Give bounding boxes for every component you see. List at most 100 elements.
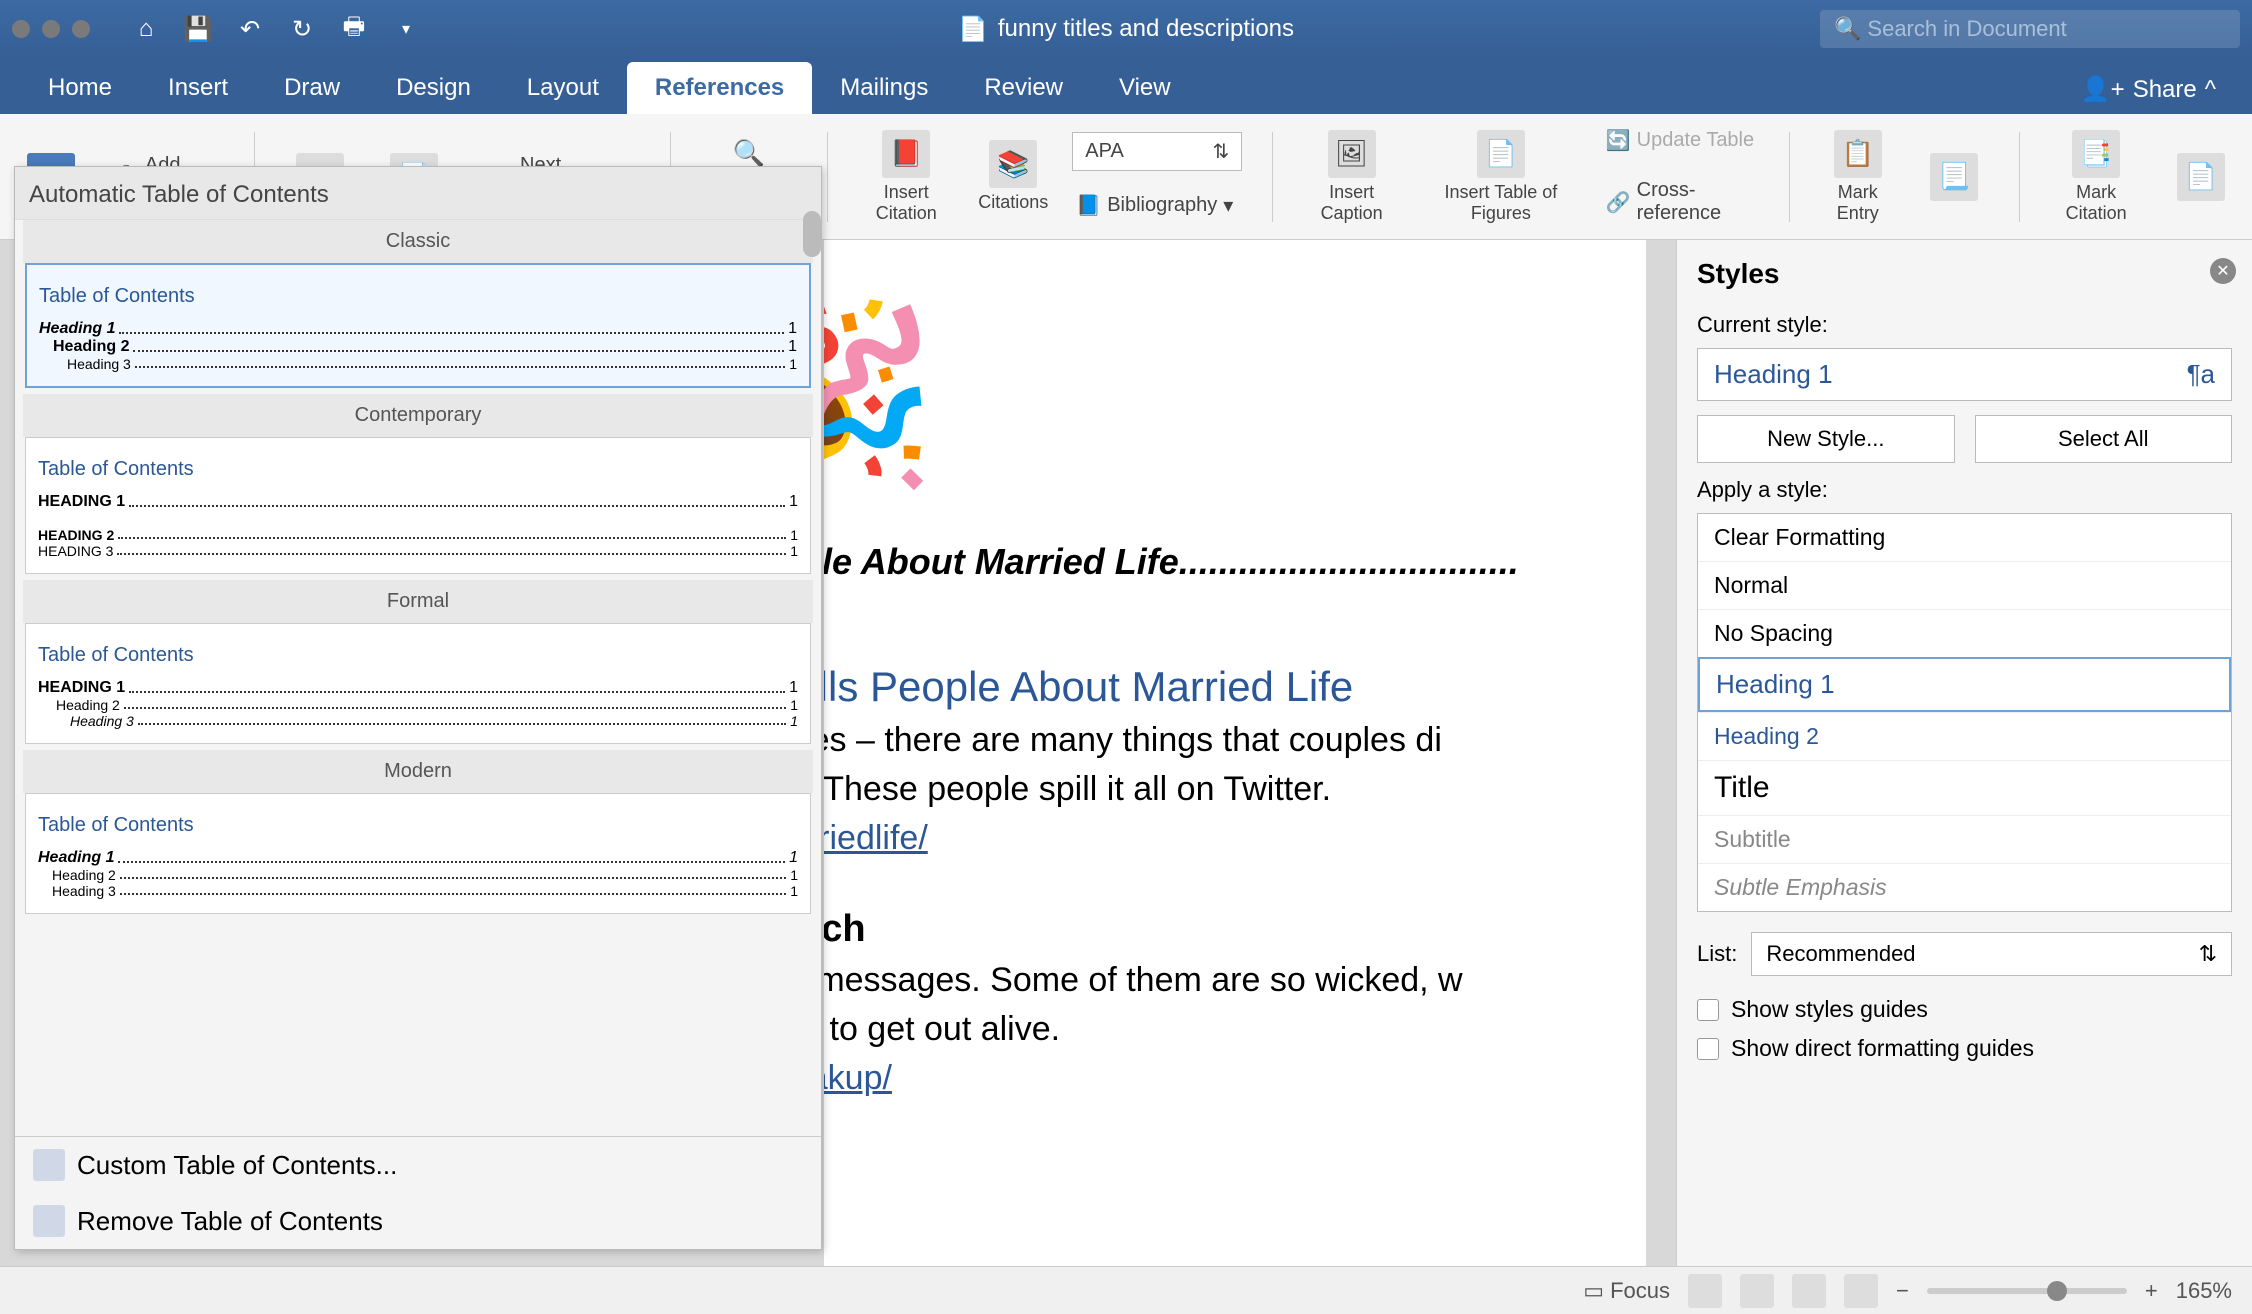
- toc-footer: Custom Table of Contents... Remove Table…: [15, 1136, 821, 1249]
- custom-toc-icon: [33, 1149, 65, 1181]
- insert-tof-button[interactable]: 📄Insert Table of Figures: [1424, 130, 1578, 224]
- citations-icon: 📚: [989, 140, 1037, 188]
- insert-caption-button[interactable]: 🖼Insert Caption: [1303, 130, 1400, 224]
- styles-pane: Styles ✕ Current style: Heading 1¶a New …: [1676, 240, 2252, 1266]
- doc-text: breakup messages. Some of them are so wi…: [824, 961, 1646, 1000]
- style-no-spacing[interactable]: No Spacing: [1698, 609, 2231, 657]
- search-input[interactable]: 🔍 Search in Document: [1820, 10, 2240, 48]
- bibliography-button[interactable]: 📘Bibliography ▾: [1072, 189, 1242, 222]
- checkbox-icon: [1697, 1038, 1719, 1060]
- doc-link[interactable]: 1/24/marriedlife/: [824, 819, 1646, 858]
- tab-draw[interactable]: Draw: [256, 62, 368, 114]
- zoom-thumb[interactable]: [2047, 1281, 2067, 1301]
- scrollbar-thumb[interactable]: [803, 211, 821, 257]
- share-button[interactable]: 👤+ Share ^: [2065, 65, 2232, 114]
- styles-title: Styles: [1697, 258, 2232, 290]
- home-icon[interactable]: ⌂: [128, 11, 164, 47]
- style-subtitle[interactable]: Subtitle: [1698, 815, 2231, 863]
- insert-citation-button[interactable]: 📕Insert Citation: [858, 130, 954, 224]
- party-emoji: 🎉: [824, 290, 1646, 501]
- mark-citation-icon: 📑: [2072, 130, 2120, 178]
- view-draft-icon[interactable]: [1844, 1274, 1878, 1308]
- zoom-slider[interactable]: [1927, 1288, 2127, 1294]
- print-icon[interactable]: 🖶: [336, 11, 372, 47]
- toc-template-formal[interactable]: Table of Contents HEADING 11 Heading 21 …: [25, 623, 811, 744]
- show-styles-guides-checkbox[interactable]: Show styles guides: [1697, 996, 2232, 1023]
- tab-insert[interactable]: Insert: [140, 62, 256, 114]
- show-direct-formatting-checkbox[interactable]: Show direct formatting guides: [1697, 1035, 2232, 1062]
- update-table-button[interactable]: 🔄Update Table: [1602, 124, 1760, 157]
- update-icon: 🔄: [1606, 128, 1631, 153]
- custom-toc-button[interactable]: Custom Table of Contents...: [15, 1137, 821, 1193]
- citation-style-select[interactable]: APA⇅: [1072, 132, 1242, 171]
- paragraph-mark-icon: ¶a: [2187, 359, 2215, 390]
- tab-home[interactable]: Home: [20, 62, 140, 114]
- toc-scroll-area[interactable]: Classic Table of Contents Heading 11 Hea…: [15, 220, 821, 1136]
- toc-title: Table of Contents: [38, 814, 798, 837]
- doc-link[interactable]: 6/23/breakup/: [824, 1059, 1646, 1098]
- remove-toc-button[interactable]: Remove Table of Contents: [15, 1193, 821, 1249]
- save-icon[interactable]: 💾: [180, 11, 216, 47]
- citations-button[interactable]: 📚Citations: [978, 140, 1048, 213]
- toc-section-formal: Formal: [23, 580, 813, 623]
- mark-entry-button[interactable]: 📋Mark Entry: [1820, 130, 1895, 224]
- mark-citation-button[interactable]: 📑Mark Citation: [2050, 130, 2142, 224]
- new-style-button[interactable]: New Style...: [1697, 415, 1955, 463]
- checkbox-icon: [1697, 999, 1719, 1021]
- focus-mode-icon[interactable]: ▭ Focus: [1583, 1274, 1670, 1308]
- close-icon[interactable]: [12, 20, 30, 38]
- style-subtle-emphasis[interactable]: Subtle Emphasis: [1698, 863, 2231, 911]
- zoom-in-button[interactable]: +: [2145, 1278, 2158, 1304]
- style-heading-2[interactable]: Heading 2: [1698, 712, 2231, 760]
- view-outline-icon[interactable]: [1792, 1274, 1826, 1308]
- styles-list: Clear Formatting Normal No Spacing Headi…: [1697, 513, 2232, 912]
- doc-heading-2: t So Much: [824, 908, 1646, 951]
- close-styles-icon[interactable]: ✕: [2210, 258, 2236, 284]
- mark-entry-icon: 📋: [1834, 130, 1882, 178]
- tab-design[interactable]: Design: [368, 62, 499, 114]
- chevron-updown-icon: ⇅: [2199, 941, 2217, 967]
- tab-references[interactable]: References: [627, 62, 812, 114]
- tab-view[interactable]: View: [1091, 62, 1199, 114]
- tab-mailings[interactable]: Mailings: [812, 62, 956, 114]
- insert-index-button[interactable]: 📃: [1919, 153, 1989, 201]
- select-all-button[interactable]: Select All: [1975, 415, 2233, 463]
- toc-template-classic[interactable]: Table of Contents Heading 11 Heading 21 …: [25, 263, 811, 388]
- style-clear-formatting[interactable]: Clear Formatting: [1698, 514, 2231, 561]
- style-title[interactable]: Title: [1698, 760, 2231, 815]
- document-page[interactable]: 🎉 lls People About Married Life.........…: [824, 240, 1646, 1266]
- ribbon-tabs: Home Insert Draw Design Layout Reference…: [0, 58, 2252, 114]
- zoom-level[interactable]: 165%: [2176, 1278, 2232, 1304]
- view-print-icon[interactable]: [1688, 1274, 1722, 1308]
- redo-icon[interactable]: ↻: [284, 11, 320, 47]
- document-title: 📄 funny titles and descriptions: [432, 15, 1820, 44]
- maximize-icon[interactable]: [72, 20, 90, 38]
- toc-template-contemporary[interactable]: Table of Contents HEADING 11 HEADING 21 …: [25, 437, 811, 574]
- toc-gallery-popup: Automatic Table of Contents Classic Tabl…: [14, 166, 822, 1250]
- zoom-out-button[interactable]: −: [1896, 1278, 1909, 1304]
- caption-icon: 🖼: [1328, 130, 1376, 178]
- style-normal[interactable]: Normal: [1698, 561, 2231, 609]
- list-label: List:: [1697, 941, 1737, 967]
- view-web-icon[interactable]: [1740, 1274, 1774, 1308]
- tab-layout[interactable]: Layout: [499, 62, 627, 114]
- toc-template-modern[interactable]: Table of Contents Heading 11 Heading 21 …: [25, 793, 811, 914]
- remove-toc-icon: [33, 1205, 65, 1237]
- insert-toa-button[interactable]: 📄: [2166, 153, 2236, 201]
- cross-ref-icon: 🔗: [1606, 190, 1631, 215]
- minimize-icon[interactable]: [42, 20, 60, 38]
- tab-review[interactable]: Review: [956, 62, 1091, 114]
- apply-style-label: Apply a style:: [1697, 477, 2232, 503]
- qat-dropdown-icon[interactable]: ▾: [388, 11, 424, 47]
- current-style-value[interactable]: Heading 1¶a: [1697, 348, 2232, 401]
- window-controls: [12, 20, 90, 38]
- statusbar: ▭ Focus − + 165%: [0, 1266, 2252, 1314]
- chevron-updown-icon: ⇅: [1213, 139, 1230, 164]
- toc-title: Table of Contents: [38, 644, 798, 667]
- style-heading-1[interactable]: Heading 1: [1698, 657, 2231, 712]
- toc-section-modern: Modern: [23, 750, 813, 793]
- undo-icon[interactable]: ↶: [232, 11, 268, 47]
- list-filter-select[interactable]: Recommended ⇅: [1751, 932, 2232, 976]
- cross-reference-button[interactable]: 🔗Cross-reference: [1602, 175, 1760, 229]
- toc-title: Table of Contents: [39, 285, 797, 308]
